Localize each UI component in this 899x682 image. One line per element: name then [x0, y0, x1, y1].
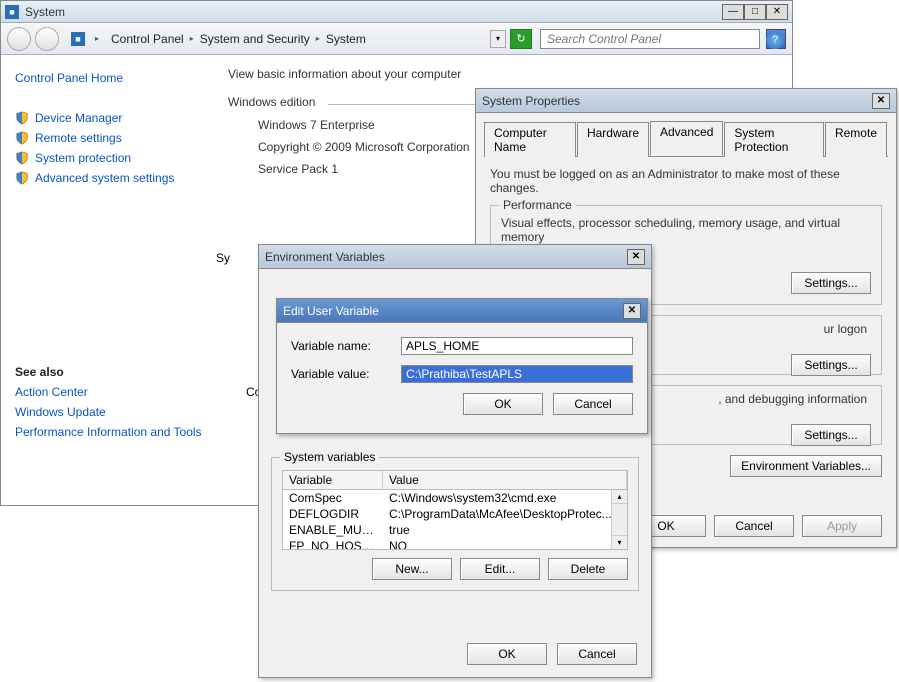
close-icon[interactable]: ✕	[623, 303, 641, 319]
chevron-right-icon[interactable]: ▸	[95, 34, 99, 43]
performance-description: Visual effects, processor scheduling, me…	[501, 216, 871, 244]
remote-settings-link[interactable]: Remote settings	[15, 131, 202, 145]
shield-icon	[15, 171, 29, 185]
variable-value-input[interactable]	[401, 365, 633, 383]
system-icon: ■	[5, 5, 19, 19]
performance-settings-button[interactable]: Settings...	[791, 272, 871, 294]
tab-computer-name[interactable]: Computer Name	[484, 122, 576, 157]
search-input[interactable]	[540, 29, 760, 49]
forward-button[interactable]	[35, 27, 59, 51]
back-button[interactable]	[7, 27, 31, 51]
tab-system-protection[interactable]: System Protection	[724, 122, 824, 157]
maximize-button[interactable]: □	[744, 4, 766, 20]
edit-user-variable-dialog: Edit User Variable ✕ Variable name: Vari…	[276, 298, 648, 434]
dialog-title: System Properties	[482, 94, 872, 108]
chevron-right-icon: ▸	[190, 34, 194, 43]
ok-button[interactable]: OK	[467, 643, 547, 665]
help-icon[interactable]: ?	[766, 31, 784, 49]
profiles-settings-button[interactable]: Settings...	[791, 354, 871, 376]
intro-text: View basic information about your comput…	[228, 67, 780, 81]
ok-button[interactable]: OK	[463, 393, 543, 415]
variable-name-label: Variable name:	[291, 339, 401, 353]
scrollbar[interactable]: ▴ ▾	[611, 490, 627, 549]
apply-button[interactable]: Apply	[802, 515, 882, 537]
table-row: ComSpecC:\Windows\system32\cmd.exe	[283, 490, 627, 506]
group-label: System variables	[280, 450, 379, 464]
cancel-button[interactable]: Cancel	[714, 515, 794, 537]
breadcrumb: Control Panel ▸ System and Security ▸ Sy…	[109, 31, 368, 47]
scroll-up-icon[interactable]: ▴	[612, 490, 627, 504]
table-row: DEFLOGDIRC:\ProgramData\McAfee\DesktopPr…	[283, 506, 627, 522]
dialog-titlebar: Edit User Variable ✕	[277, 299, 647, 323]
windows-update-link[interactable]: Windows Update	[15, 405, 202, 419]
minimize-button[interactable]: —	[722, 4, 744, 20]
scroll-down-icon[interactable]: ▾	[612, 535, 627, 549]
breadcrumb-item[interactable]: System and Security	[198, 31, 312, 47]
edit-button[interactable]: Edit...	[460, 558, 540, 580]
cancel-button[interactable]: Cancel	[553, 393, 633, 415]
column-value[interactable]: Value	[383, 471, 627, 489]
shield-icon	[15, 111, 29, 125]
shield-icon	[15, 151, 29, 165]
startup-text-fragment: , and debugging information	[718, 392, 867, 406]
tab-hardware[interactable]: Hardware	[577, 122, 649, 157]
cancel-button[interactable]: Cancel	[557, 643, 637, 665]
dialog-titlebar: Environment Variables ✕	[259, 245, 651, 269]
environment-variables-button[interactable]: Environment Variables...	[730, 455, 882, 477]
search-field[interactable]	[545, 31, 755, 47]
dialog-title: Edit User Variable	[283, 304, 623, 318]
see-also-heading: See also	[15, 365, 202, 379]
breadcrumb-item[interactable]: Control Panel	[109, 31, 186, 47]
tab-remote[interactable]: Remote	[825, 122, 887, 157]
performance-info-link[interactable]: Performance Information and Tools	[15, 425, 202, 440]
table-row: ENABLE_MULTIT...true	[283, 522, 627, 538]
action-center-link[interactable]: Action Center	[15, 385, 202, 399]
dialog-title: Environment Variables	[265, 250, 627, 264]
table-row: FP_NO_HOST_C...NO	[283, 538, 627, 550]
delete-button[interactable]: Delete	[548, 558, 628, 580]
variable-name-input[interactable]	[401, 337, 633, 355]
device-manager-link[interactable]: Device Manager	[15, 111, 202, 125]
close-icon[interactable]: ✕	[627, 249, 645, 265]
left-pane: Control Panel Home Device Manager Remote…	[1, 55, 216, 505]
startup-settings-button[interactable]: Settings...	[791, 424, 871, 446]
new-button[interactable]: New...	[372, 558, 452, 580]
shield-icon	[15, 131, 29, 145]
location-dropdown[interactable]: ▾	[490, 30, 506, 48]
variable-value-label: Variable value:	[291, 367, 401, 381]
close-button[interactable]: ✕	[766, 4, 788, 20]
system-variables-group: System variables Variable Value ComSpecC…	[271, 457, 639, 591]
close-icon[interactable]: ✕	[872, 93, 890, 109]
advanced-system-settings-link[interactable]: Advanced system settings	[15, 171, 202, 185]
chevron-right-icon: ▸	[316, 34, 320, 43]
tab-advanced[interactable]: Advanced	[650, 121, 723, 156]
refresh-button[interactable]: ↻	[510, 29, 532, 49]
breadcrumb-icon: ■	[71, 32, 85, 46]
control-panel-home-link[interactable]: Control Panel Home	[15, 71, 202, 85]
window-title: System	[25, 5, 722, 19]
list-header: Variable Value	[282, 470, 628, 490]
tab-strip: Computer Name Hardware Advanced System P…	[484, 121, 888, 157]
column-variable[interactable]: Variable	[283, 471, 383, 489]
titlebar: ■ System — □ ✕	[1, 1, 792, 23]
profiles-text-fragment: ur logon	[824, 322, 867, 336]
dialog-titlebar: System Properties ✕	[476, 89, 896, 113]
system-protection-link[interactable]: System protection	[15, 151, 202, 165]
admin-note: You must be logged on as an Administrato…	[490, 167, 882, 195]
breadcrumb-item[interactable]: System	[324, 31, 368, 47]
toolbar: ■ ▸ Control Panel ▸ System and Security …	[1, 23, 792, 55]
truncated-label: Sy	[216, 251, 230, 265]
variables-list[interactable]: ComSpecC:\Windows\system32\cmd.exe DEFLO…	[282, 490, 628, 550]
group-label: Performance	[499, 198, 576, 212]
